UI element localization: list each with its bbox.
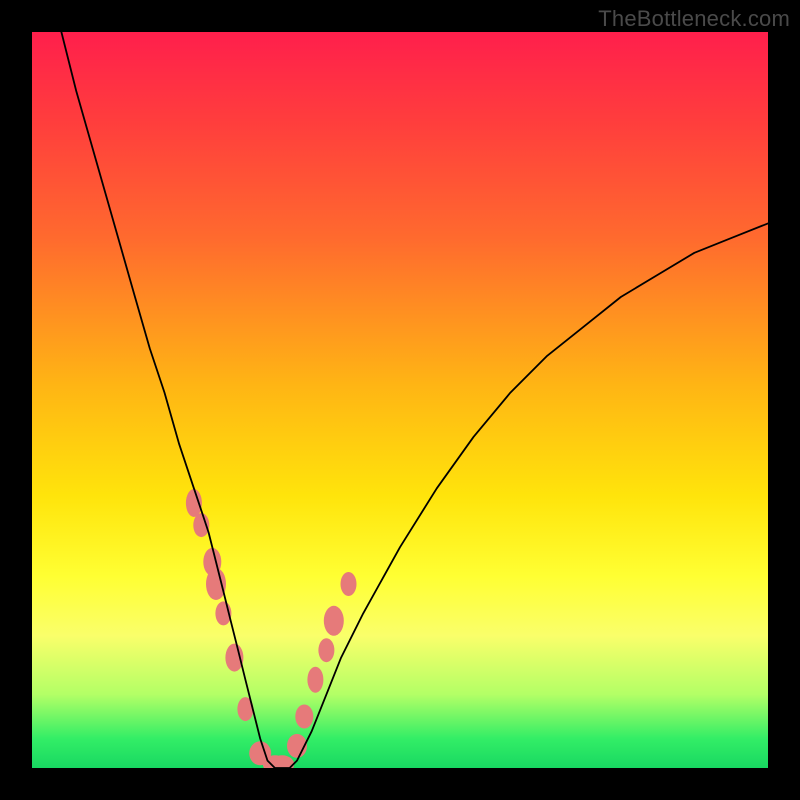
highlight-marker	[341, 572, 357, 596]
curve-svg	[32, 32, 768, 768]
highlight-marker	[318, 638, 334, 662]
chart-frame: TheBottleneck.com	[0, 0, 800, 800]
highlight-marker	[295, 705, 313, 729]
marker-group	[186, 489, 357, 768]
highlight-marker	[307, 667, 323, 693]
highlight-marker	[206, 568, 226, 600]
chart-plot-area	[32, 32, 768, 768]
attribution-text: TheBottleneck.com	[598, 6, 790, 32]
highlight-marker	[324, 606, 344, 636]
bottleneck-curve	[61, 32, 768, 768]
